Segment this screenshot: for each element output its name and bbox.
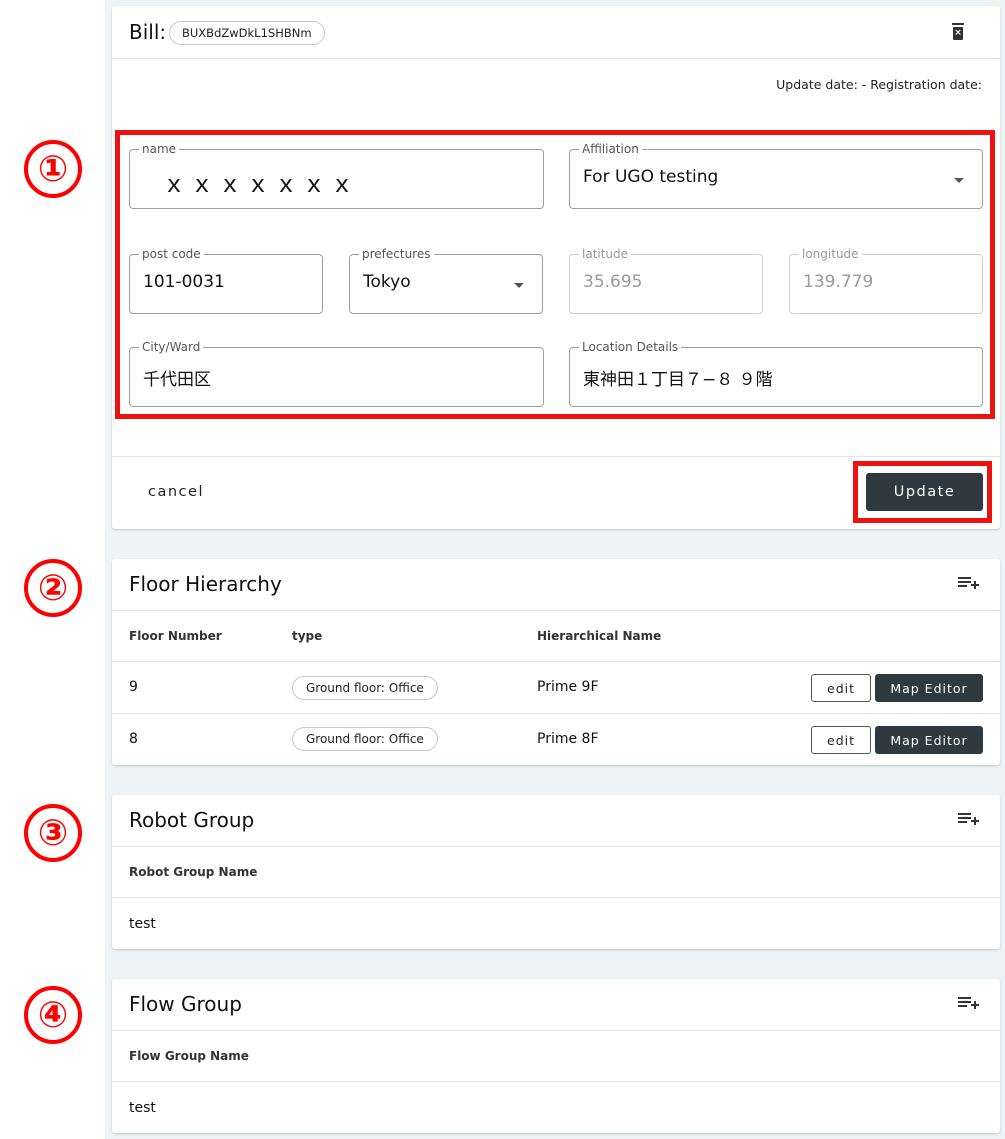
divider: [112, 610, 1000, 611]
caret-down-icon: [954, 178, 964, 183]
playlist-add-icon[interactable]: [958, 813, 980, 827]
location-details-label: Location Details: [579, 340, 682, 354]
city-ward-label: City/Ward: [139, 340, 204, 354]
annotation-4: ④: [24, 986, 82, 1044]
affiliation-value: For UGO testing: [583, 167, 719, 187]
map-editor-button[interactable]: Map Editor: [875, 674, 983, 702]
post-code-label: post code: [139, 247, 204, 261]
robot-group-card: Robot Group Robot Group Name test: [112, 795, 1000, 949]
divider: [112, 661, 1000, 662]
divider: [112, 897, 1000, 898]
dates-text: Update date: - Registration date:: [776, 77, 982, 92]
name-label: name: [139, 142, 180, 156]
trash-icon[interactable]: ×: [952, 23, 964, 40]
flow-group-title: Flow Group: [129, 992, 242, 1016]
name-field[interactable]: name ｘｘｘｘｘｘｘ: [129, 142, 544, 209]
location-details-field[interactable]: Location Details 東神田１丁目７−８ ９階: [569, 340, 983, 407]
bill-title: Bill:: [129, 20, 167, 44]
latitude-field: latitude 35.695: [569, 247, 763, 314]
column-header-robot-group-name: Robot Group Name: [129, 865, 258, 879]
playlist-add-icon[interactable]: [958, 997, 980, 1011]
post-code-field[interactable]: post code 101-0031: [129, 247, 323, 314]
column-header-flow-group-name: Flow Group Name: [129, 1049, 249, 1063]
bill-card: Bill: BUXBdZwDkL1SHBNm × Update date: - …: [112, 6, 1000, 529]
divider: [112, 846, 1000, 847]
robot-group-title: Robot Group: [129, 808, 255, 832]
floor-number-cell: 9: [129, 679, 138, 695]
cancel-button[interactable]: cancel: [148, 484, 204, 500]
latitude-value: 35.695: [583, 272, 643, 292]
hierarchical-name-cell: Prime 9F: [537, 679, 599, 695]
list-item[interactable]: test: [129, 916, 156, 932]
annotation-1: ①: [24, 140, 82, 198]
divider: [112, 456, 1000, 457]
edit-button[interactable]: edit: [811, 674, 871, 702]
name-value: ｘｘｘｘｘｘｘ: [162, 170, 358, 198]
bill-id-chip: BUXBdZwDkL1SHBNm: [169, 21, 325, 45]
affiliation-select[interactable]: Affiliation For UGO testing: [569, 142, 983, 209]
caret-down-icon: [514, 283, 524, 288]
hierarchical-name-cell: Prime 8F: [537, 731, 599, 747]
city-ward-field[interactable]: City/Ward 千代田区: [129, 340, 544, 407]
update-button[interactable]: Update: [866, 473, 983, 511]
divider: [112, 713, 1000, 714]
longitude-value: 139.779: [803, 272, 874, 292]
playlist-add-icon[interactable]: [958, 577, 980, 591]
city-ward-value: 千代田区: [143, 370, 211, 390]
map-editor-button[interactable]: Map Editor: [875, 726, 983, 754]
column-header-floor-number: Floor Number: [129, 629, 222, 643]
floor-hierarchy-title: Floor Hierarchy: [129, 572, 282, 596]
annotation-3: ③: [24, 804, 82, 862]
prefectures-value: Tokyo: [363, 272, 411, 292]
column-header-type: type: [292, 629, 323, 643]
divider: [112, 1081, 1000, 1082]
location-details-value: 東神田１丁目７−８ ９階: [583, 370, 773, 390]
floor-hierarchy-card: Floor Hierarchy Floor Number type Hierar…: [112, 559, 1000, 765]
type-chip: Ground floor: Office: [292, 676, 438, 700]
column-header-hierarchical-name: Hierarchical Name: [537, 629, 662, 643]
edit-button[interactable]: edit: [811, 726, 871, 754]
annotation-2: ②: [24, 559, 82, 617]
type-chip: Ground floor: Office: [292, 727, 438, 751]
divider: [112, 1030, 1000, 1031]
floor-number-cell: 8: [129, 731, 138, 747]
flow-group-card: Flow Group Flow Group Name test: [112, 979, 1000, 1133]
bill-header: Bill: BUXBdZwDkL1SHBNm ×: [112, 6, 1000, 59]
latitude-label: latitude: [579, 247, 632, 261]
list-item[interactable]: test: [129, 1100, 156, 1116]
prefectures-select[interactable]: prefectures Tokyo: [349, 247, 543, 314]
affiliation-label: Affiliation: [579, 142, 642, 156]
prefectures-label: prefectures: [359, 247, 434, 261]
longitude-label: longitude: [799, 247, 862, 261]
post-code-value: 101-0031: [143, 272, 225, 292]
longitude-field: longitude 139.779: [789, 247, 983, 314]
